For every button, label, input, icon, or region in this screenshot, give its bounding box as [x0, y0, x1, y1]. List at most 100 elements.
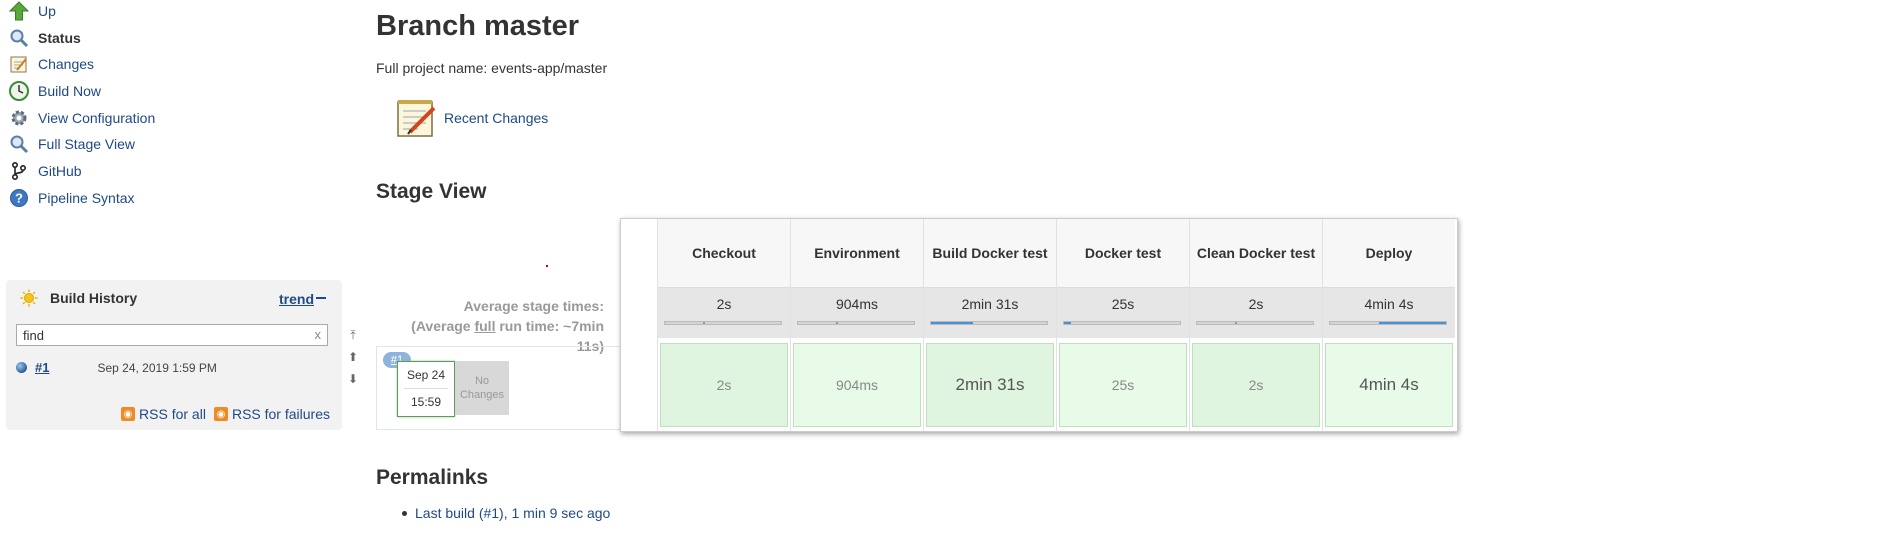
stage-view-title: Stage View	[376, 180, 487, 203]
task-changes[interactable]: Changes	[8, 53, 94, 75]
task-changes-label[interactable]: Changes	[38, 56, 94, 72]
stage-column: Deploy 4min 4s 4min 4s	[1322, 219, 1455, 431]
stage-average: 2s	[658, 287, 790, 338]
stage-average: 2min 31s	[924, 287, 1056, 338]
marker-dot	[546, 265, 548, 267]
stage-column: Clean Docker test 2s 2s	[1189, 219, 1322, 431]
permalinks-title: Permalinks	[376, 466, 489, 489]
build-history-panel: Build History trend x #1 Sep 24, 2019 1:…	[6, 280, 342, 430]
stage-duration-fill	[1064, 322, 1071, 324]
stage-average: 4min 4s	[1323, 287, 1455, 338]
stage-average-time: 2s	[1248, 296, 1264, 312]
svg-text:?: ?	[15, 191, 23, 206]
stage-result-cell[interactable]: 4min 4s	[1325, 343, 1453, 427]
stage-duration-fill	[931, 322, 973, 324]
task-build-now-label[interactable]: Build Now	[38, 83, 101, 99]
stage-view-table: Checkout 2s 2s Environment 904ms 904ms Build D…	[620, 218, 1458, 432]
rss-icon: ◉	[121, 407, 136, 421]
stage-duration-fill	[836, 322, 838, 324]
stage-duration-fill	[1235, 322, 1237, 324]
scroll-top-button[interactable]: ⤒	[346, 328, 360, 344]
stage-header: Checkout	[658, 219, 790, 287]
stage-average: 25s	[1057, 287, 1189, 338]
build-history-title: Build History	[50, 290, 138, 306]
last-build-link[interactable]: Last build (#1), 1 min 9 sec ago	[415, 505, 610, 521]
average-line-1: Average stage times:	[463, 298, 604, 314]
page-title: Branch master	[376, 10, 580, 42]
task-view-configuration[interactable]: View Configuration	[8, 107, 155, 129]
recent-changes: Recent Changes	[394, 96, 548, 140]
task-view-configuration-label[interactable]: View Configuration	[38, 110, 155, 126]
bullet	[402, 510, 407, 516]
stage-header: Deploy	[1323, 219, 1455, 287]
task-full-stage-view[interactable]: Full Stage View	[8, 133, 135, 155]
stage-column: Docker test 25s 25s	[1056, 219, 1189, 431]
stage-duration-bar	[1329, 321, 1447, 325]
build-search-input[interactable]	[17, 325, 309, 345]
stage-result-cell[interactable]: 2s	[1192, 343, 1320, 427]
build-date-box[interactable]: Sep 24 15:59	[397, 361, 455, 417]
task-up-label[interactable]: Up	[38, 3, 56, 19]
build-status-ball-icon	[16, 362, 27, 373]
stage-duration-bar	[930, 321, 1048, 325]
build-number-link[interactable]: #1	[35, 360, 49, 375]
stage-header: Clean Docker test	[1190, 219, 1322, 287]
stage-result-cell[interactable]: 25s	[1059, 343, 1187, 427]
stage-column: Build Docker test 2min 31s 2min 31s	[923, 219, 1056, 431]
build-date: Sep 24, 2019 1:59 PM	[97, 360, 217, 375]
rss-all-link[interactable]: RSS for all	[139, 406, 206, 422]
git-branch-icon	[8, 160, 30, 182]
permalink-item: Last build (#1), 1 min 9 sec ago	[402, 505, 610, 521]
trend-link[interactable]: trend	[279, 291, 314, 307]
divider	[404, 388, 448, 389]
build-history-row: #1 Sep 24, 2019 1:59 PM	[16, 360, 217, 375]
stage-average: 904ms	[791, 287, 923, 338]
stage-duration-fill	[1379, 322, 1446, 324]
task-pipeline-syntax[interactable]: ? Pipeline Syntax	[8, 187, 135, 209]
notepad-icon	[8, 53, 30, 75]
task-up[interactable]: Up	[8, 0, 56, 22]
task-pipeline-syntax-label[interactable]: Pipeline Syntax	[38, 190, 135, 206]
task-status[interactable]: Status	[8, 27, 81, 49]
task-status-label[interactable]: Status	[38, 30, 81, 46]
stage-duration-bar	[1063, 321, 1181, 325]
scroll-down-button[interactable]: ⬇	[346, 372, 360, 388]
average-line-2: (Average full run time: ~7min	[411, 318, 604, 334]
notepad-icon	[394, 96, 438, 140]
build-time-label: 15:59	[410, 395, 442, 409]
stage-duration-fill	[703, 322, 705, 324]
stage-duration-bar	[664, 321, 782, 325]
stage-duration-bar	[1196, 321, 1314, 325]
stage-header: Build Docker test	[924, 219, 1056, 287]
stage-column: Environment 904ms 904ms	[790, 219, 923, 431]
magnifier-icon	[8, 27, 30, 49]
clock-icon	[8, 80, 30, 102]
stage-header: Docker test	[1057, 219, 1189, 287]
gear-icon	[8, 107, 30, 129]
rss-failures-link[interactable]: RSS for failures	[232, 406, 330, 422]
sun-icon	[20, 289, 38, 307]
stage-average-time: 2min 31s	[961, 296, 1019, 312]
build-history-search[interactable]: x	[16, 324, 328, 346]
full-project-name: Full project name: events-app/master	[376, 60, 608, 76]
stage-result-cell[interactable]: 2s	[660, 343, 788, 427]
recent-changes-link[interactable]: Recent Changes	[444, 110, 548, 126]
task-github-label[interactable]: GitHub	[38, 163, 82, 179]
no-changes-box[interactable]: No Changes	[455, 361, 509, 415]
build-date-label: Sep 24	[406, 368, 446, 382]
task-github[interactable]: GitHub	[8, 160, 82, 182]
task-build-now[interactable]: Build Now	[8, 80, 101, 102]
stage-result-cell[interactable]: 2min 31s	[926, 343, 1054, 427]
magnifier-icon	[8, 133, 30, 155]
stage-average-time: 4min 4s	[1364, 296, 1414, 312]
scroll-up-button[interactable]: ⬆	[346, 350, 360, 366]
stage-duration-bar	[797, 321, 915, 325]
collapse-icon[interactable]	[316, 297, 326, 299]
stage-average-time: 904ms	[835, 296, 879, 312]
stage-column: Checkout 2s 2s	[657, 219, 790, 431]
task-full-stage-view-label[interactable]: Full Stage View	[38, 136, 135, 152]
rss-links: ◉ RSS for all ◉ RSS for failures	[113, 406, 330, 422]
stage-result-cell[interactable]: 904ms	[793, 343, 921, 427]
clear-search-button[interactable]: x	[315, 327, 322, 342]
stage-header: Environment	[791, 219, 923, 287]
